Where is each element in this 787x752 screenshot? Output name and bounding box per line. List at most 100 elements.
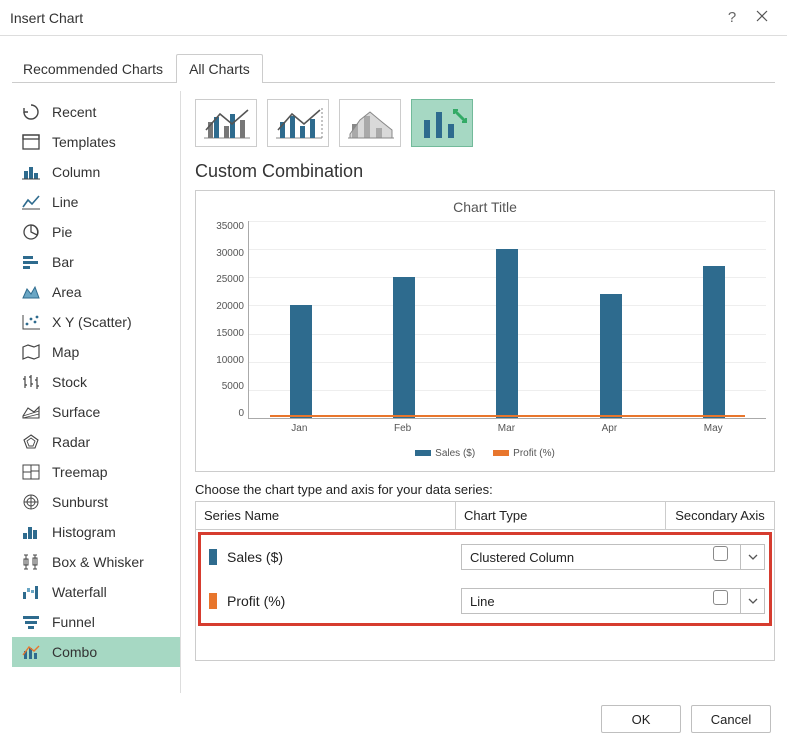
sidebar-item-label: Combo bbox=[52, 644, 97, 660]
main-panel: Custom Combination Chart Title 35000 300… bbox=[180, 91, 775, 693]
close-button[interactable] bbox=[747, 9, 777, 26]
sidebar-item-radar[interactable]: Radar bbox=[12, 427, 180, 457]
sidebar-item-pie[interactable]: Pie bbox=[12, 217, 180, 247]
sidebar-item-label: Waterfall bbox=[52, 584, 107, 600]
sidebar-item-line[interactable]: Line bbox=[12, 187, 180, 217]
bar bbox=[477, 221, 537, 418]
sidebar-item-scatter[interactable]: X Y (Scatter) bbox=[12, 307, 180, 337]
series-header: Series Name Chart Type Secondary Axis bbox=[196, 502, 774, 530]
chevron-down-icon bbox=[740, 589, 764, 613]
sidebar-item-templates[interactable]: Templates bbox=[12, 127, 180, 157]
map-icon bbox=[20, 342, 42, 362]
stock-icon bbox=[20, 372, 42, 392]
templates-icon bbox=[20, 132, 42, 152]
recent-icon bbox=[20, 102, 42, 122]
section-title: Custom Combination bbox=[195, 161, 775, 182]
series-row-profit: Profit (%) Line bbox=[201, 579, 769, 623]
chart-preview[interactable]: Chart Title 35000 30000 25000 20000 1500… bbox=[195, 190, 775, 472]
sidebar-item-label: Map bbox=[52, 344, 79, 360]
legend: Sales ($) Profit (%) bbox=[204, 448, 766, 459]
scatter-icon bbox=[20, 312, 42, 332]
help-button[interactable]: ? bbox=[717, 9, 747, 26]
sidebar-item-stock[interactable]: Stock bbox=[12, 367, 180, 397]
sidebar-item-label: Templates bbox=[52, 134, 116, 150]
radar-icon bbox=[20, 432, 42, 452]
sidebar-item-area[interactable]: Area bbox=[12, 277, 180, 307]
bar bbox=[684, 221, 744, 418]
sidebar-item-bar[interactable]: Bar bbox=[12, 247, 180, 277]
plot-area bbox=[248, 221, 766, 419]
col-secondary-axis: Secondary Axis bbox=[666, 502, 774, 529]
sidebar-item-label: Radar bbox=[52, 434, 90, 450]
col-series-name: Series Name bbox=[196, 502, 456, 529]
series-name-label: Sales ($) bbox=[227, 549, 283, 565]
sidebar-item-label: Box & Whisker bbox=[52, 554, 144, 570]
sidebar-item-label: Bar bbox=[52, 254, 74, 270]
col-chart-type: Chart Type bbox=[456, 502, 666, 529]
sidebar-item-histogram[interactable]: Histogram bbox=[12, 517, 180, 547]
sidebar-item-label: Surface bbox=[52, 404, 100, 420]
sidebar-item-funnel[interactable]: Funnel bbox=[12, 607, 180, 637]
sidebar-item-label: Pie bbox=[52, 224, 72, 240]
surface-icon bbox=[20, 402, 42, 422]
chart-type-sidebar: Recent Templates Column Line Pie Bar Are… bbox=[12, 91, 180, 693]
series-row-sales: Sales ($) Clustered Column bbox=[201, 535, 769, 579]
window-title: Insert Chart bbox=[10, 10, 717, 26]
sidebar-item-recent[interactable]: Recent bbox=[12, 97, 180, 127]
series-swatch bbox=[209, 549, 217, 565]
combo-subtype-row bbox=[195, 91, 775, 157]
sidebar-item-label: Area bbox=[52, 284, 82, 300]
tab-recommended[interactable]: Recommended Charts bbox=[10, 54, 176, 83]
sidebar-item-surface[interactable]: Surface bbox=[12, 397, 180, 427]
sidebar-item-box-whisker[interactable]: Box & Whisker bbox=[12, 547, 180, 577]
profit-line bbox=[270, 415, 746, 417]
column-icon bbox=[20, 162, 42, 182]
cancel-button[interactable]: Cancel bbox=[691, 705, 771, 733]
x-axis: JanFebMarAprMay bbox=[204, 419, 766, 434]
combo-subtype-custom[interactable] bbox=[411, 99, 473, 147]
tab-row: Recommended Charts All Charts bbox=[0, 36, 787, 82]
chevron-down-icon bbox=[740, 545, 764, 569]
series-config-table: Series Name Chart Type Secondary Axis Sa… bbox=[195, 501, 775, 661]
y-axis: 35000 30000 25000 20000 15000 10000 5000… bbox=[204, 221, 248, 419]
sidebar-item-label: X Y (Scatter) bbox=[52, 314, 132, 330]
bar-icon bbox=[20, 252, 42, 272]
pie-icon bbox=[20, 222, 42, 242]
funnel-icon bbox=[20, 612, 42, 632]
sidebar-item-label: Funnel bbox=[52, 614, 95, 630]
bar bbox=[581, 221, 641, 418]
sidebar-item-label: Sunburst bbox=[52, 494, 108, 510]
series-prompt: Choose the chart type and axis for your … bbox=[195, 482, 775, 497]
footer: OK Cancel bbox=[0, 693, 787, 745]
secondary-axis-checkbox-sales[interactable] bbox=[713, 546, 728, 561]
sidebar-item-combo[interactable]: Combo bbox=[12, 637, 180, 667]
combo-subtype-1[interactable] bbox=[195, 99, 257, 147]
box-whisker-icon bbox=[20, 552, 42, 572]
combo-icon bbox=[20, 642, 42, 662]
titlebar: Insert Chart ? bbox=[0, 0, 787, 36]
sunburst-icon bbox=[20, 492, 42, 512]
tab-all-charts[interactable]: All Charts bbox=[176, 54, 263, 83]
sidebar-item-label: Recent bbox=[52, 104, 96, 120]
sidebar-item-label: Line bbox=[52, 194, 78, 210]
waterfall-icon bbox=[20, 582, 42, 602]
chart-title: Chart Title bbox=[204, 199, 766, 215]
sidebar-item-label: Histogram bbox=[52, 524, 116, 540]
combo-subtype-3[interactable] bbox=[339, 99, 401, 147]
area-icon bbox=[20, 282, 42, 302]
sidebar-item-waterfall[interactable]: Waterfall bbox=[12, 577, 180, 607]
treemap-icon bbox=[20, 462, 42, 482]
sidebar-item-map[interactable]: Map bbox=[12, 337, 180, 367]
sidebar-item-sunburst[interactable]: Sunburst bbox=[12, 487, 180, 517]
bar bbox=[374, 221, 434, 418]
highlight-box: Sales ($) Clustered Column bbox=[198, 532, 772, 626]
ok-button[interactable]: OK bbox=[601, 705, 681, 733]
sidebar-item-column[interactable]: Column bbox=[12, 157, 180, 187]
series-swatch bbox=[209, 593, 217, 609]
histogram-icon bbox=[20, 522, 42, 542]
combo-subtype-2[interactable] bbox=[267, 99, 329, 147]
secondary-axis-checkbox-profit[interactable] bbox=[713, 590, 728, 605]
sidebar-item-label: Stock bbox=[52, 374, 87, 390]
sidebar-item-treemap[interactable]: Treemap bbox=[12, 457, 180, 487]
sidebar-item-label: Treemap bbox=[52, 464, 108, 480]
